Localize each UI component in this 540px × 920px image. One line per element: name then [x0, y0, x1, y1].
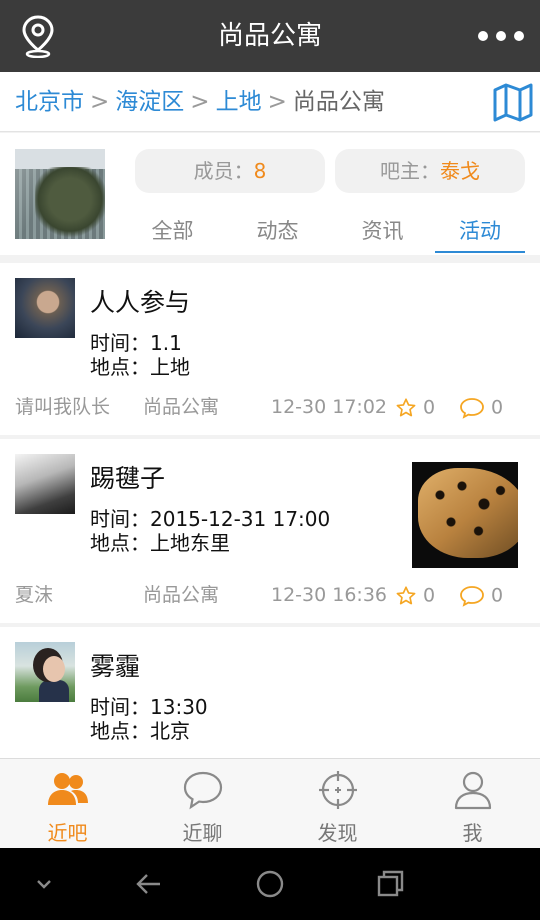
owner-label: 吧主：	[380, 159, 440, 183]
list-item[interactable]: 人人参与 时间：1.1 地点：上地 请叫我队长 尚品公寓 12-30 17:02…	[0, 263, 540, 435]
nav-label: 发现	[317, 821, 358, 845]
chevron-down-icon[interactable]	[34, 866, 54, 902]
place-label: 地点：	[90, 531, 150, 555]
like-button[interactable]: 0	[395, 392, 435, 423]
user-icon	[454, 771, 492, 810]
tab-news[interactable]: 资讯	[330, 215, 435, 255]
post-timestamp: 12-30 16:36	[271, 584, 388, 606]
recent-apps-icon[interactable]	[372, 866, 408, 902]
post-image[interactable]	[412, 462, 518, 568]
nav-label: 近聊	[182, 821, 223, 845]
post-place: 地点：上地东里	[90, 527, 230, 556]
place-value: 上地东里	[150, 531, 230, 555]
owner-stat[interactable]: 吧主：泰戈	[335, 149, 525, 193]
tab-updates[interactable]: 动态	[225, 215, 330, 255]
tab-events[interactable]: 活动	[435, 215, 525, 255]
event-feed: 人人参与 时间：1.1 地点：上地 请叫我队长 尚品公寓 12-30 17:02…	[0, 263, 540, 758]
breadcrumb: 北京市 > 海淀区 > 上地 > 尚品公寓	[0, 72, 540, 132]
star-icon	[396, 585, 416, 604]
page-title: 尚品公寓	[217, 21, 322, 51]
group-photo[interactable]	[15, 149, 105, 239]
comment-button[interactable]: 0	[459, 392, 503, 423]
top-bar: 尚品公寓	[0, 0, 540, 72]
avatar[interactable]	[15, 642, 75, 702]
crosshair-icon	[319, 771, 357, 809]
nav-nearby-chat[interactable]: 近聊	[135, 759, 270, 849]
place-value: 北京	[150, 719, 190, 743]
like-button[interactable]: 0	[395, 580, 435, 611]
post-group[interactable]: 尚品公寓	[143, 392, 219, 422]
breadcrumb-separator: >	[267, 89, 287, 115]
comment-count: 0	[491, 584, 504, 607]
post-author[interactable]: 请叫我队长	[15, 392, 110, 422]
content-tabs: 全部 动态 资讯 活动	[120, 215, 540, 255]
back-arrow-icon[interactable]	[132, 866, 168, 902]
comment-button[interactable]: 0	[459, 580, 503, 611]
breadcrumb-separator: >	[90, 89, 110, 115]
breadcrumb-separator: >	[190, 89, 210, 115]
members-count: 8	[253, 159, 267, 183]
members-label: 成员：	[193, 159, 254, 183]
post-author[interactable]: 夏沫	[15, 580, 53, 610]
post-meta: 夏沫 尚品公寓 12-30 16:36 0 0	[15, 580, 540, 610]
people-icon	[48, 773, 88, 805]
post-title: 雾霾	[90, 652, 141, 681]
breadcrumb-current: 尚品公寓	[292, 89, 385, 115]
like-count: 0	[423, 396, 436, 419]
avatar[interactable]	[15, 454, 75, 514]
group-header: 成员：8 吧主：泰戈 全部 动态 资讯 活动	[0, 133, 540, 255]
owner-name: 泰戈	[440, 159, 480, 183]
post-place: 地点：北京	[90, 715, 190, 744]
list-item[interactable]: 踢毽子 时间：2015-12-31 17:00 地点：上地东里 夏沫 尚品公寓 …	[0, 439, 540, 623]
bottom-nav: 近吧 近聊 发现 我	[0, 758, 540, 848]
home-circle-icon[interactable]	[252, 866, 288, 902]
breadcrumb-area[interactable]: 上地	[216, 89, 262, 115]
like-count: 0	[423, 584, 436, 607]
nav-label: 我	[462, 821, 483, 845]
post-group[interactable]: 尚品公寓	[143, 580, 219, 610]
comment-count: 0	[491, 396, 504, 419]
avatar[interactable]	[15, 278, 75, 338]
nav-label: 近吧	[47, 821, 88, 845]
map-icon[interactable]	[492, 82, 534, 122]
tab-all[interactable]: 全部	[120, 215, 225, 255]
list-item[interactable]: 雾霾 时间：13:30 地点：北京	[0, 627, 540, 758]
system-nav-bar	[0, 848, 540, 920]
post-title: 踢毽子	[90, 464, 166, 493]
nav-discover[interactable]: 发现	[270, 759, 405, 849]
place-label: 地点：	[90, 355, 150, 379]
breadcrumb-city[interactable]: 北京市	[15, 89, 84, 115]
more-dots-icon[interactable]	[476, 22, 526, 50]
post-place: 地点：上地	[90, 351, 190, 380]
post-timestamp: 12-30 17:02	[271, 396, 388, 418]
post-meta: 请叫我队长 尚品公寓 12-30 17:02 0 0	[15, 392, 540, 422]
place-value: 上地	[150, 355, 190, 379]
comment-icon	[460, 397, 484, 419]
place-label: 地点：	[90, 719, 150, 743]
nav-nearby-groups[interactable]: 近吧	[0, 759, 135, 849]
breadcrumb-district[interactable]: 海淀区	[115, 89, 184, 115]
post-title: 人人参与	[90, 288, 191, 317]
star-icon	[396, 397, 416, 416]
nav-me[interactable]: 我	[405, 759, 540, 849]
members-stat[interactable]: 成员：8	[135, 149, 325, 193]
chat-bubble-icon	[183, 771, 223, 810]
comment-icon	[460, 585, 484, 607]
